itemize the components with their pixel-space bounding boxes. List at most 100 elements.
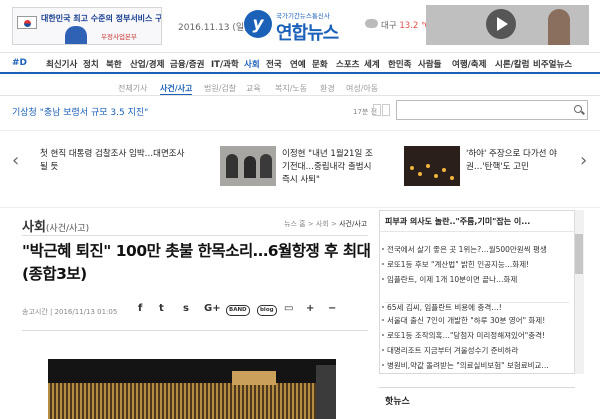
hot-news-title: 핫뉴스 [385, 397, 410, 407]
nav-item[interactable]: 한민족 [388, 58, 411, 70]
nav-item[interactable]: 사람들 [418, 58, 441, 70]
carousel-thumbnail[interactable] [220, 146, 276, 186]
nav-hash-link[interactable]: #D [12, 58, 27, 68]
ticker-text: "충남 보령서 규모 3.5 지진" [39, 108, 149, 118]
divider [0, 207, 600, 208]
weather-city: 대구 [381, 21, 397, 31]
subnav-item[interactable]: 복지/노동 [275, 83, 307, 94]
weather-widget[interactable]: 대구 13.2 ℃ [381, 19, 431, 31]
divider [0, 95, 600, 96]
carousel-item-line: 될 듯 [40, 162, 59, 172]
nav-item[interactable]: 산업/경제 [130, 58, 164, 70]
sponsored-link[interactable]: 임플란트, 이제 1개 10분이면 끝나…화제 [381, 274, 517, 285]
nav-item[interactable]: 사회 [244, 58, 260, 70]
kakaostory-share-icon[interactable]: s [183, 303, 189, 314]
sponsored-title[interactable]: 피부과 의사도 놀란.."주름,기미"잡는 이... [385, 216, 530, 227]
divider [379, 231, 575, 232]
band-share-icon[interactable]: BAND [226, 305, 250, 316]
blog-share-icon[interactable]: blog [257, 305, 277, 316]
nav-item[interactable]: 여행/축제 [452, 58, 486, 70]
section-sub: (사건/사고) [45, 224, 90, 234]
carousel-item-line: 권…'탄핵'도 고민 [466, 162, 529, 172]
carousel-item-2[interactable]: 이정현 "내년 1월21일 조 기전대…중립내각 출범시 즉시 사퇴" [282, 148, 373, 187]
breadcrumb-current: 사건/사고 [339, 220, 368, 228]
search-input[interactable] [396, 100, 588, 120]
breadcrumb: 뉴스 홈 > 사회 > 사건/사고 [284, 220, 368, 228]
breaking-ticker[interactable]: 기상청 "충남 보령서 규모 3.5 지진" [12, 105, 148, 118]
article-headline: "박근혜 퇴진" 100만 촛불 한목소리…6월항쟁 후 최대 (종합3보) [22, 240, 372, 286]
carousel-item-1[interactable]: 첫 현직 대통령 검찰조사 임박…대면조사 될 듯 [40, 148, 184, 174]
search-icon[interactable] [574, 105, 582, 113]
ad-person-image [548, 9, 570, 45]
yonhap-logo-icon[interactable]: y [244, 10, 272, 38]
subnav-item[interactable]: 법원/검찰 [204, 83, 236, 94]
font-larger-icon[interactable]: + [306, 303, 314, 314]
carousel-prev-icon[interactable]: ‹ [12, 150, 19, 171]
carousel-item-line: 이정현 "내년 1월21일 조 [282, 149, 373, 159]
korea-flag-icon [17, 16, 37, 29]
article-meta: 송고시간 | 2016/11/13 01:05 [22, 308, 118, 316]
print-icon[interactable]: ▭ [284, 303, 293, 314]
subnav-item[interactable]: 환경 [320, 83, 335, 94]
nav-item[interactable]: 정치 [83, 58, 99, 70]
ad-person-image [65, 26, 87, 44]
sponsored-link[interactable]: 전국에서 살기 좋은 곳 1위는?…월500만원씩 평생 [382, 244, 547, 255]
google-plus-share-icon[interactable]: G+ [204, 303, 221, 314]
sponsored-link[interactable]: 로또1등 후보 "계산법" 밝힌 인공지능…화제! [381, 259, 529, 270]
sponsored-link[interactable]: 대명리조트 지금부터 겨울성수기 준비하라 [381, 345, 518, 356]
play-icon[interactable] [486, 9, 516, 39]
divider [379, 387, 575, 388]
subnav-item[interactable]: 교육 [246, 83, 261, 94]
facebook-share-icon[interactable]: f [138, 303, 142, 314]
breadcrumb-section[interactable]: 사회 [316, 220, 329, 228]
carousel-item-line: 즉시 사퇴" [282, 175, 320, 185]
carousel-item-line: '하야' 주장으로 다가선 야 [466, 149, 557, 159]
divider [22, 235, 368, 236]
divider [0, 130, 600, 131]
site-logo[interactable]: 연합뉴스 [276, 19, 339, 45]
ad-brand: 우정사업본부 [101, 33, 137, 41]
nav-item[interactable]: 비주얼뉴스 [533, 58, 572, 70]
nav-item[interactable]: 연예 [290, 58, 306, 70]
nav-item[interactable]: 세계 [364, 58, 380, 70]
scrollbar-thumb[interactable] [575, 234, 583, 274]
nav-item[interactable]: 문화 [312, 58, 328, 70]
section-title: 사회(사건/사고) [22, 216, 89, 235]
cloud-icon [365, 19, 378, 28]
subnav-item[interactable]: 여성/아동 [346, 83, 378, 94]
sponsored-link[interactable]: 로또1등 조작의혹…"당첨자 미리정해져있어"충격! [381, 330, 545, 341]
ad-headline: 대한민국 최고 수준의 정부서비스 구현 [41, 14, 162, 23]
sponsored-link[interactable]: 서울대 출신 7인이 개발한 "하루 30분 영어" 화제! [381, 315, 545, 326]
subnav-item[interactable]: 사건/사고 [160, 83, 193, 95]
carousel-thumbnail[interactable] [404, 146, 460, 186]
nav-item[interactable]: 스포츠 [336, 58, 359, 70]
breadcrumb-home[interactable]: 뉴스 홈 [284, 220, 306, 228]
carousel-item-line: 첫 현직 대통령 검찰조사 임박…대면조사 [40, 149, 185, 159]
article-photo[interactable] [48, 359, 336, 419]
current-date: 2016.11.13 (일) [178, 23, 248, 33]
ticker-label: 기상청 [12, 108, 37, 118]
nav-item[interactable]: 최신기사 [46, 58, 77, 70]
carousel-item-line: 기전대…중립내각 출범시 [282, 162, 372, 172]
section-name: 사회 [22, 220, 46, 235]
twitter-share-icon[interactable]: t [159, 303, 164, 314]
nav-item[interactable]: 북한 [106, 58, 122, 70]
ticker-next-button[interactable] [382, 104, 390, 116]
sponsored-link[interactable]: 병원비,약값 돌려받는 "의료실비보험" 보험료비교… [382, 360, 549, 371]
headline-line: "박근혜 퇴진" 100만 촛불 한목소리…6월항쟁 후 최대 [22, 242, 371, 260]
sponsored-link[interactable]: 65세 김씨, 임플란트 비용에 충격…! [382, 302, 502, 313]
ticker-prev-button[interactable] [373, 104, 381, 116]
nav-item[interactable]: IT/과학 [211, 58, 239, 70]
carousel-next-icon[interactable]: › [580, 150, 587, 171]
korea-post-ad-banner[interactable]: 대한민국 최고 수준의 정부서비스 구현 우정사업본부 [12, 7, 162, 45]
nav-item[interactable]: 전국 [266, 58, 282, 70]
carousel-item-3[interactable]: '하야' 주장으로 다가선 야 권…'탄핵'도 고민 [466, 148, 557, 174]
nav-item[interactable]: 금융/증권 [170, 58, 204, 70]
divider [385, 302, 569, 303]
headline-line: (종합3보) [22, 265, 87, 283]
subnav-item[interactable]: 전체기사 [118, 83, 147, 94]
nav-item[interactable]: 시론/칼럼 [495, 58, 529, 70]
video-ad-banner[interactable] [426, 5, 589, 45]
divider [22, 330, 368, 331]
font-smaller-icon[interactable]: − [328, 303, 336, 314]
